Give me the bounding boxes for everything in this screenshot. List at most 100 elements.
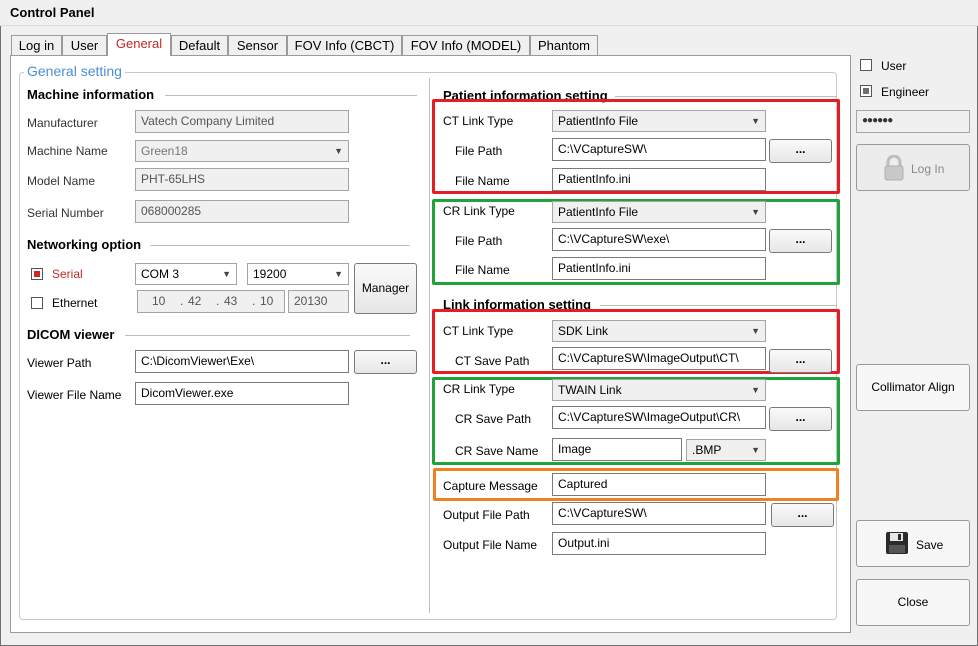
- password-field[interactable]: ●●●●●●: [856, 110, 970, 133]
- capture-message-input[interactable]: Captured: [552, 473, 766, 496]
- cr-link-type-label: CR Link Type: [443, 382, 515, 396]
- save-button[interactable]: Save: [856, 520, 970, 567]
- ct-link-type-label: CT Link Type: [443, 324, 514, 338]
- ip-octet-2: 42: [188, 294, 202, 308]
- chevron-down-icon: ▼: [334, 269, 343, 279]
- model-name-label: Model Name: [27, 174, 96, 188]
- ip-octet-3: 43: [224, 294, 238, 308]
- chevron-down-icon: ▼: [751, 445, 760, 455]
- manufacturer-label: Manufacturer: [27, 116, 98, 130]
- ct-file-name-label: File Name: [455, 174, 510, 188]
- tab-sensor[interactable]: Sensor: [228, 35, 287, 56]
- model-name-field: PHT-65LHS: [135, 168, 349, 191]
- ct-patient-link-select[interactable]: PatientInfo File ▼: [552, 110, 766, 132]
- networking-heading: Networking option: [27, 237, 142, 252]
- output-file-name-input[interactable]: Output.ini: [552, 532, 766, 555]
- column-divider: [429, 78, 430, 613]
- ethernet-label: Ethernet: [52, 296, 98, 310]
- capture-message-label: Capture Message: [443, 479, 538, 493]
- manufacturer-field: Vatech Company Limited: [135, 110, 349, 133]
- section-divider: [600, 305, 837, 306]
- cr-save-path-browse-button[interactable]: ...: [769, 407, 832, 431]
- ct-link-value: SDK Link: [558, 324, 609, 338]
- output-file-path-input[interactable]: C:\VCaptureSW\: [552, 502, 766, 525]
- cr-file-extension-select[interactable]: .BMP ▼: [686, 439, 766, 461]
- tab-phantom[interactable]: Phantom: [530, 35, 598, 56]
- ct-file-name-input[interactable]: PatientInfo.ini: [552, 168, 766, 191]
- chevron-down-icon: ▼: [751, 207, 760, 217]
- engineer-role-checkbox[interactable]: [860, 85, 872, 97]
- chevron-down-icon: ▼: [751, 116, 760, 126]
- ct-file-path-input[interactable]: C:\VCaptureSW\: [552, 138, 766, 161]
- cr-file-path-input[interactable]: C:\VCaptureSW\exe\: [552, 228, 766, 251]
- chevron-down-icon: ▼: [751, 326, 760, 336]
- close-button[interactable]: Close: [856, 579, 970, 626]
- tab-general[interactable]: General: [107, 33, 171, 56]
- ip-octet-1: 10: [152, 294, 166, 308]
- window-title: Control Panel: [10, 5, 95, 20]
- tab-fov-cbct[interactable]: FOV Info (CBCT): [287, 35, 402, 56]
- ethernet-checkbox[interactable]: [31, 297, 43, 309]
- ct-link-type-label: CT Link Type: [443, 114, 514, 128]
- ip-address-field: 10 . 42 . 43 . 10: [137, 290, 285, 313]
- chevron-down-icon: ▼: [334, 146, 343, 156]
- serial-label: Serial: [52, 267, 83, 281]
- viewer-file-label: Viewer File Name: [27, 388, 122, 402]
- lock-icon: [884, 155, 904, 181]
- com-port-select[interactable]: COM 3 ▼: [135, 263, 237, 285]
- general-setting-title: General setting: [24, 63, 125, 79]
- ct-file-path-browse-button[interactable]: ...: [769, 139, 832, 163]
- save-button-label: Save: [916, 538, 944, 552]
- machine-name-label: Machine Name: [27, 144, 108, 158]
- engineer-role-label: Engineer: [881, 85, 930, 99]
- section-divider: [615, 96, 837, 97]
- ip-octet-4: 10: [260, 294, 274, 308]
- cr-file-extension-value: .BMP: [692, 443, 722, 457]
- tab-fov-model[interactable]: FOV Info (MODEL): [402, 35, 530, 56]
- serial-checkbox[interactable]: [31, 268, 43, 280]
- output-file-path-browse-button[interactable]: ...: [771, 503, 834, 527]
- output-file-name-label: Output File Name: [443, 538, 538, 552]
- section-divider: [150, 245, 410, 246]
- cr-file-path-label: File Path: [455, 234, 503, 248]
- viewer-file-input[interactable]: DicomViewer.exe: [135, 382, 349, 405]
- cr-file-name-label: File Name: [455, 263, 510, 277]
- viewer-path-input[interactable]: C:\DicomViewer\Exe\: [135, 350, 349, 373]
- serial-number-label: Serial Number: [27, 206, 104, 220]
- output-file-path-label: Output File Path: [443, 508, 530, 522]
- ct-file-path-label: File Path: [455, 144, 503, 158]
- ct-patient-link-value: PatientInfo File: [558, 114, 639, 128]
- floppy-disk-icon: [886, 532, 908, 554]
- tab-user[interactable]: User: [62, 35, 107, 56]
- tab-log-in[interactable]: Log in: [11, 35, 62, 56]
- user-role-label: User: [881, 59, 907, 73]
- ip-dot: .: [180, 294, 184, 308]
- machine-name-value: Green18: [141, 144, 188, 158]
- dicom-heading: DICOM viewer: [27, 327, 115, 342]
- tab-default[interactable]: Default: [171, 35, 228, 56]
- baud-rate-select[interactable]: 19200 ▼: [247, 263, 349, 285]
- cr-patient-link-select[interactable]: PatientInfo File ▼: [552, 201, 766, 223]
- viewer-path-browse-button[interactable]: ...: [354, 350, 417, 374]
- viewer-path-label: Viewer Path: [27, 356, 92, 370]
- cr-save-name-label: CR Save Name: [455, 444, 539, 458]
- login-button-label: Log In: [911, 162, 945, 176]
- manager-button[interactable]: Manager: [354, 263, 417, 314]
- cr-link-select[interactable]: TWAIN Link ▼: [552, 379, 766, 401]
- ct-link-select[interactable]: SDK Link ▼: [552, 320, 766, 342]
- cr-link-type-label: CR Link Type: [443, 204, 515, 218]
- login-button[interactable]: Log In: [856, 144, 970, 191]
- cr-file-name-input[interactable]: PatientInfo.ini: [552, 257, 766, 280]
- serial-number-field: 068000285: [135, 200, 349, 223]
- ct-save-path-input[interactable]: C:\VCaptureSW\ImageOutput\CT\: [552, 347, 766, 370]
- user-role-checkbox[interactable]: [860, 59, 872, 71]
- com-port-value: COM 3: [141, 267, 180, 281]
- cr-save-name-input[interactable]: Image: [552, 438, 682, 461]
- baud-rate-value: 19200: [253, 267, 287, 281]
- cr-save-path-input[interactable]: C:\VCaptureSW\ImageOutput\CR\: [552, 406, 766, 429]
- chevron-down-icon: ▼: [222, 269, 231, 279]
- cr-link-value: TWAIN Link: [558, 383, 622, 397]
- ct-save-path-browse-button[interactable]: ...: [769, 349, 832, 373]
- collimator-align-button[interactable]: Collimator Align: [856, 364, 970, 411]
- cr-file-path-browse-button[interactable]: ...: [769, 229, 832, 253]
